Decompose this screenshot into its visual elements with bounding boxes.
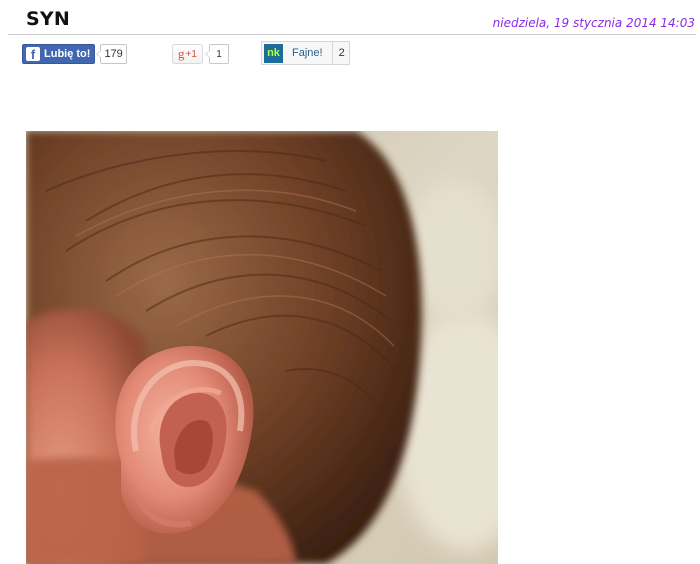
google-plus-label: +1 — [185, 48, 197, 60]
google-plus-icon: g — [178, 46, 185, 61]
nk-count: 2 — [338, 47, 345, 59]
post-photo — [26, 131, 498, 564]
header-divider — [8, 34, 696, 35]
nk-divider — [331, 42, 333, 64]
google-plus-button[interactable]: g +1 — [172, 44, 203, 64]
google-plus-widget[interactable]: g +1 1 — [172, 44, 229, 64]
facebook-like-label: Lubię to! — [44, 48, 91, 60]
facebook-icon: f — [26, 47, 40, 62]
nk-icon: nk — [264, 43, 283, 63]
post-title: SYN — [26, 8, 70, 30]
facebook-like-widget[interactable]: f Lubię to! 179 — [22, 44, 127, 64]
google-plus-count: 1 — [205, 44, 229, 64]
facebook-like-button[interactable]: f Lubię to! — [22, 44, 96, 64]
nk-fajne-button[interactable]: Fajne! — [292, 47, 323, 59]
baby-ear-photo — [26, 131, 498, 564]
post-date: niedziela, 19 stycznia 2014 14:03 — [492, 16, 695, 30]
facebook-like-count: 179 — [96, 44, 127, 64]
nk-fajne-widget[interactable]: nk Fajne! 2 — [261, 41, 350, 65]
